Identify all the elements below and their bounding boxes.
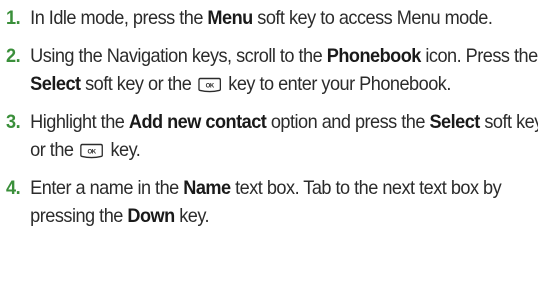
ok-key-label: OK [88,148,97,155]
step-number: 1. [6,7,21,29]
instruction-page: 1. In Idle mode, press the Menu soft key… [0,0,538,305]
add-new-contact-label: Add new contact [128,111,267,133]
ok-key-label: OK [206,82,215,89]
step-text: icon. Press the [420,45,538,67]
step-text: key. [174,205,210,227]
select-key-label: Select [30,73,81,95]
step-number: 4. [6,177,21,199]
step-text: key to enter your Phonebook. [223,73,451,95]
step-number: 2. [6,45,21,67]
instruction-step: 4. Enter a name in the Name text box. Ta… [6,174,538,230]
step-text: key. [105,139,141,161]
name-field-label: Name [183,177,231,199]
select-key-label: Select [429,111,480,133]
step-text: Using the Navigation keys, scroll to the [30,45,327,67]
step-text: Highlight the [30,111,129,133]
step-text: soft key to access Menu mode. [252,7,493,29]
instruction-step: 2. Using the Navigation keys, scroll to … [6,42,538,98]
instruction-step: 1. In Idle mode, press the Menu soft key… [6,4,538,32]
step-number: 3. [6,111,21,133]
ok-key-icon: OK [80,143,104,159]
menu-key-label: Menu [207,7,253,29]
instruction-steps: 1. In Idle mode, press the Menu soft key… [6,4,538,230]
down-key-label: Down [127,205,175,227]
instruction-step: 3. Highlight the Add new contact option … [6,108,538,164]
step-text: option and press the [266,111,430,133]
step-text: Enter a name in the [30,177,184,199]
step-text: In Idle mode, press the [30,7,208,29]
ok-key-icon: OK [198,77,222,93]
phonebook-label: Phonebook [326,45,422,67]
step-text: soft key or the [80,73,196,95]
